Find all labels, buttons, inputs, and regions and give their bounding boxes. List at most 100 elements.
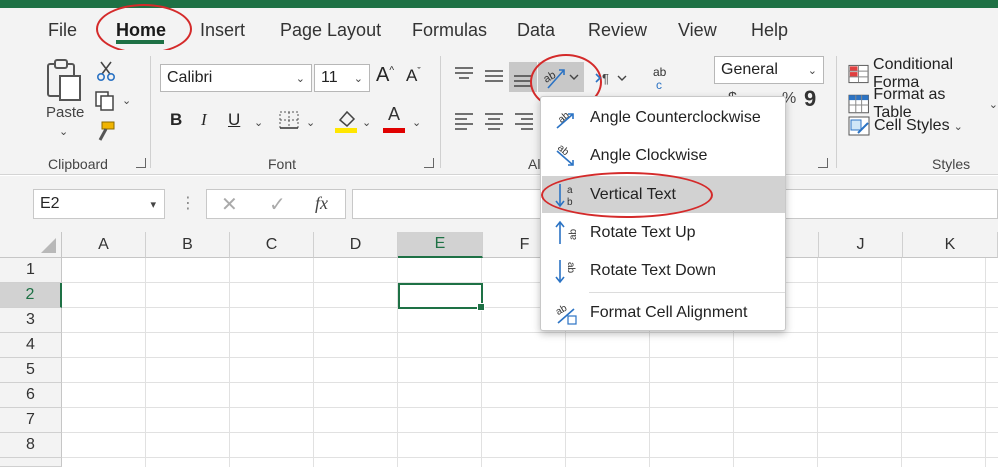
font-color-dropdown-icon[interactable]: ⌄ (412, 116, 421, 129)
menu-item-label: Rotate Text Up (590, 223, 696, 241)
tab-review[interactable]: Review (588, 20, 647, 41)
column-header[interactable]: D (314, 232, 398, 258)
row-header[interactable]: 6 (0, 383, 62, 408)
row-header[interactable]: 4 (0, 333, 62, 358)
angle-clockwise-icon: ab (542, 143, 590, 169)
group-separator (836, 56, 837, 168)
name-box[interactable]: E2 ▾ (33, 189, 165, 219)
top-align-icon[interactable] (454, 66, 474, 82)
tab-view[interactable]: View (678, 20, 717, 41)
menu-item-format-cell-alignment[interactable]: ab Format Cell Alignment (542, 294, 785, 331)
row-header[interactable]: 3 (0, 308, 62, 333)
font-size-value: 11 (321, 69, 338, 86)
borders-icon[interactable] (278, 110, 300, 130)
column-header[interactable]: K (903, 232, 998, 258)
font-launcher-icon[interactable] (424, 158, 434, 168)
tab-help[interactable]: Help (751, 20, 788, 41)
font-size-select[interactable]: 11 ⌄ (314, 64, 370, 92)
menu-item-rotate-text-down[interactable]: ab Rotate Text Down (542, 252, 785, 289)
align-center-icon[interactable] (484, 112, 504, 130)
svg-text:ab: ab (653, 65, 667, 79)
chevron-down-icon: ▾ (150, 198, 156, 211)
copy-dropdown-icon[interactable]: ⌄ (122, 94, 131, 107)
underline-dropdown-icon[interactable]: ⌄ (254, 116, 263, 129)
italic-button[interactable]: I (201, 110, 207, 130)
align-left-icon[interactable] (454, 112, 474, 130)
font-name-value: Calibri (167, 69, 213, 86)
ab-c-icon[interactable]: ab c (650, 64, 674, 92)
column-header[interactable]: C (230, 232, 314, 258)
row-header[interactable]: 8 (0, 433, 62, 458)
cell-styles-button[interactable]: Cell Styles ⌄ (848, 116, 963, 136)
borders-dropdown-icon[interactable]: ⌄ (306, 116, 315, 129)
comma-style-button[interactable]: 9 (804, 86, 816, 112)
fill-color-dropdown-icon[interactable]: ⌄ (362, 116, 371, 129)
font-group-label: Font (268, 156, 297, 172)
font-name-select[interactable]: Calibri ⌄ (160, 64, 312, 92)
more-options-icon[interactable]: ⋮ (180, 193, 196, 213)
wrap-text-icon[interactable]: ¶ (594, 68, 628, 88)
middle-align-icon[interactable] (484, 68, 504, 84)
angle-counterclockwise-icon: ab (542, 105, 590, 131)
svg-text:ab: ab (565, 262, 576, 274)
home-annotation-circle (96, 4, 192, 54)
enter-icon[interactable]: ✓ (269, 192, 286, 217)
chevron-down-icon: ⌄ (988, 98, 998, 111)
svg-text:¶: ¶ (602, 71, 609, 86)
menu-separator (589, 292, 785, 293)
tab-formulas[interactable]: Formulas (412, 20, 487, 41)
number-format-value: General (721, 61, 778, 78)
active-cell-e2[interactable] (398, 283, 485, 311)
conditional-formatting-icon (848, 64, 869, 84)
column-header-selected[interactable]: E (398, 232, 483, 258)
menu-item-angle-counterclockwise[interactable]: ab Angle Counterclockwise (542, 99, 785, 136)
paste-dropdown-icon[interactable]: ⌄ (59, 125, 68, 138)
column-header[interactable]: J (819, 232, 903, 258)
font-color-icon[interactable]: A (382, 104, 406, 134)
insert-function-icon[interactable]: fx (315, 193, 328, 214)
paste-label[interactable]: Paste (46, 104, 84, 121)
bold-button[interactable]: B (170, 110, 182, 130)
format-cell-alignment-icon: ab (542, 300, 590, 326)
row-header[interactable]: 5 (0, 358, 62, 383)
clipboard-group-label: Clipboard (48, 156, 108, 172)
menu-item-label: Angle Counterclockwise (590, 108, 761, 126)
tab-data[interactable]: Data (517, 20, 555, 41)
column-header[interactable]: B (146, 232, 230, 258)
row-header[interactable]: 7 (0, 408, 62, 433)
paste-icon[interactable] (44, 58, 84, 102)
copy-icon[interactable] (94, 90, 116, 112)
fill-color-icon[interactable] (334, 108, 358, 134)
tab-file[interactable]: File (48, 20, 77, 41)
cut-icon[interactable] (96, 60, 116, 82)
row-header[interactable] (0, 458, 62, 467)
group-separator (150, 56, 151, 168)
row-header[interactable]: 1 (0, 258, 62, 283)
vertical-text-annotation-circle (541, 172, 713, 218)
menu-item-rotate-text-up[interactable]: ab Rotate Text Up (542, 214, 785, 251)
svg-text:c: c (656, 78, 662, 92)
chevron-down-icon: ⌄ (353, 72, 363, 85)
tab-page-layout[interactable]: Page Layout (280, 20, 381, 41)
select-all-corner[interactable] (0, 232, 62, 258)
shrink-font-icon: A (406, 66, 418, 85)
format-painter-icon[interactable] (94, 120, 116, 142)
clipboard-launcher-icon[interactable] (136, 158, 146, 168)
align-right-icon[interactable] (514, 112, 534, 130)
shrink-font-button[interactable]: Aˇ (406, 66, 421, 86)
column-header[interactable]: A (62, 232, 146, 258)
cell-styles-icon (848, 116, 870, 136)
number-format-select[interactable]: General ⌄ (714, 56, 824, 84)
cancel-icon[interactable]: ✕ (221, 192, 238, 217)
row-header-selected[interactable]: 2 (0, 283, 62, 308)
tab-insert[interactable]: Insert (200, 20, 245, 41)
cell-grid[interactable] (62, 258, 998, 467)
grow-font-icon: A (376, 64, 390, 86)
menu-item-angle-clockwise[interactable]: ab Angle Clockwise (542, 137, 785, 174)
chevron-down-icon: ⌄ (295, 72, 305, 85)
cell-styles-label: Cell Styles (874, 117, 950, 134)
grow-font-button[interactable]: A^ (376, 64, 394, 87)
underline-button[interactable]: U (228, 110, 240, 130)
number-launcher-icon[interactable] (818, 158, 828, 168)
menu-item-label: Rotate Text Down (590, 261, 716, 279)
